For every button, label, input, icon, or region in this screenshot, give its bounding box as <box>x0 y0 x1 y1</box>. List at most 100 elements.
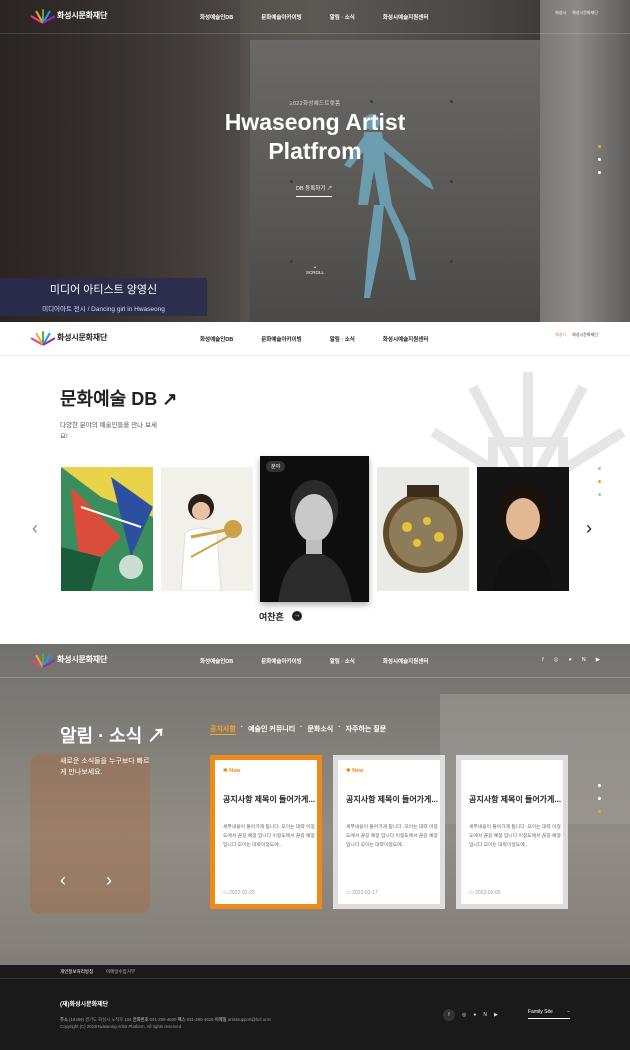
site-logo[interactable]: 화성시문화재단 <box>30 7 108 24</box>
news-section: 화성시문화재단 화성예술인DB 문화예술아카이빙 알림 · 소식 화성시예술지원… <box>0 644 630 965</box>
family-site-select[interactable]: Family Site − <box>528 1009 570 1019</box>
brand-name: 화성시문화재단 <box>57 10 108 20</box>
pager-dot-2[interactable] <box>597 158 601 161</box>
nav-support-center[interactable]: 화성시예술지원센터 <box>383 657 429 665</box>
privacy-policy-link[interactable]: 개인정보처리방침 <box>60 969 93 975</box>
news-card-body: 세부내용이 들어가게 됩니다. 모이는 대략 이정도에서 끊길 예정 입니다 이… <box>469 825 561 848</box>
sticky-header: 화성시문화재단 화성예술인DB 문화예술아카이빙 알림 · 소식 화성시예술지원… <box>0 322 630 356</box>
kakao-icon[interactable]: ● <box>568 657 571 663</box>
news-card-body: 세부내용이 들어가게 됩니다. 모이는 대략 이정도에서 끊길 예정 입니다 이… <box>223 825 315 848</box>
tab-notice[interactable]: 공지사항 <box>210 724 236 735</box>
tel-label: 전화번호 <box>132 1017 149 1022</box>
facebook-icon[interactable]: f <box>443 1009 455 1021</box>
news-description: 새로운 소식들을 누구보다 빠르게 만나보세요. <box>60 758 150 776</box>
nav-support-center[interactable]: 화성시예술지원센터 <box>383 335 429 343</box>
site-logo-dark[interactable]: 화성시문화재단 <box>30 329 108 346</box>
naver-icon[interactable]: N <box>582 657 586 663</box>
nav-news[interactable]: 알림 · 소식 <box>330 13 355 21</box>
nav-archiving[interactable]: 문화예술아카이빙 <box>261 657 301 665</box>
nav-news[interactable]: 알림 · 소식 <box>330 335 355 343</box>
tab-separator: · <box>300 724 303 731</box>
abstract-painting-image <box>61 467 153 591</box>
nav-archiving[interactable]: 문화예술아카이빙 <box>261 335 301 343</box>
foundation-partner-logo[interactable]: 화성시문화재단 <box>572 332 598 338</box>
nav-artist-db[interactable]: 화성예술인DB <box>200 13 233 21</box>
kakao-icon[interactable]: ● <box>473 1012 476 1018</box>
pager-dot-1[interactable] <box>597 467 601 470</box>
new-badge: ✱ New <box>346 768 364 774</box>
family-site-label: Family Site <box>528 1009 553 1015</box>
news-card-date: ▭ 2022-02-23 <box>223 890 255 896</box>
copyright: Copyright (C) 2022Hwaseong Artist Platfo… <box>60 1024 183 1029</box>
nav-news[interactable]: 알림 · 소식 <box>330 657 355 665</box>
glass-jar-artwork-image <box>377 467 469 591</box>
news-title[interactable]: 알림 · 소식 ↗ <box>60 722 165 748</box>
prev-arrow-icon[interactable]: ‹ <box>60 870 66 891</box>
artist-card-2[interactable] <box>161 467 253 591</box>
nav-support-center[interactable]: 화성시예술지원센터 <box>383 13 429 21</box>
instagram-icon[interactable]: ◎ <box>462 1012 466 1018</box>
facebook-icon[interactable]: f <box>542 657 544 663</box>
new-badge: ✱ New <box>223 768 241 774</box>
db-title[interactable]: 문화예술 DB ↗ <box>60 385 177 411</box>
artist-card-1[interactable] <box>61 467 153 591</box>
female-artist-portrait-image <box>477 467 569 591</box>
hero-eyebrow: 2022화성예드트랫폼 <box>289 101 341 107</box>
hero-title-line2: Platfrom <box>268 138 362 164</box>
news-card-title: 공지사항 제목이 들어가게... <box>469 795 562 804</box>
news-card-date: ▭ 2022-02-17 <box>346 890 378 896</box>
foundation-logo-icon <box>30 651 56 668</box>
artwork-caption: 미디어 아티스트 양영신 미디어아트 전시 / Dancing girl in … <box>0 278 207 316</box>
nav-artist-db[interactable]: 화성예술인DB <box>200 657 233 665</box>
pager-dot-3[interactable] <box>597 810 601 813</box>
news-card-date: ▭ 2022-02-05 <box>469 890 501 896</box>
news-card[interactable]: 공지사항 제목이 들어가게... 세부내용이 들어가게 됩니다. 모이는 대략 … <box>456 755 568 909</box>
pager-dot-2[interactable] <box>597 480 601 483</box>
prev-arrow-icon[interactable]: ‹ <box>32 518 38 539</box>
scroll-label: SCROLL <box>305 270 324 275</box>
youtube-icon[interactable]: ▶ <box>494 1012 498 1018</box>
email-label: 이메일 <box>214 1017 227 1022</box>
news-card-title: 공지사항 제목이 들어가게... <box>223 795 316 804</box>
tab-faq[interactable]: 자주하는 질문 <box>346 724 387 735</box>
hwaseong-city-logo[interactable]: 화성시 <box>555 10 566 16</box>
scroll-indicator[interactable]: ⌄ SCROLL <box>300 263 330 275</box>
page: 화성시문화재단 화성예술인DB 문화예술아카이빙 알림 · 소식 화성시예술지원… <box>0 0 630 1050</box>
naver-icon[interactable]: N <box>483 1012 487 1018</box>
pager-dot-3[interactable] <box>597 171 601 174</box>
email-refusal-link[interactable]: 이메일수집거부 <box>106 969 135 975</box>
arrow-right-circle-icon[interactable]: → <box>292 611 302 621</box>
artist-card-5[interactable] <box>477 467 569 591</box>
nav-artist-db[interactable]: 화성예술인DB <box>200 335 233 343</box>
tab-culture-news[interactable]: 문화소식 <box>307 724 333 735</box>
news-card[interactable]: ✱ New 공지사항 제목이 들어가게... 세부내용이 들어가게 됩니다. 모… <box>333 755 445 909</box>
main-nav: 화성예술인DB 문화예술아카이빙 알림 · 소식 화성시예술지원센터 <box>200 644 428 678</box>
artist-card-featured[interactable]: 분야 <box>260 456 369 602</box>
youtube-icon[interactable]: ▶ <box>596 657 600 663</box>
db-register-button[interactable]: DB 등록하기 ↗ <box>296 184 333 197</box>
pager-dot-1[interactable] <box>597 145 601 148</box>
next-arrow-icon[interactable]: › <box>586 518 592 539</box>
hero-title-line1: Hwaseong Artist <box>224 109 406 135</box>
featured-artist-name[interactable]: 여찬흔 <box>259 610 284 623</box>
next-arrow-icon[interactable]: › <box>106 870 112 891</box>
artist-card-4[interactable] <box>377 467 469 591</box>
foundation-partner-logo[interactable]: 화성시문화재단 <box>572 10 598 16</box>
pager-dot-3[interactable] <box>597 493 601 496</box>
news-card[interactable]: ✱ New 공지사항 제목이 들어가게... 세부내용이 들어가게 됩니다. 모… <box>210 755 322 909</box>
instagram-icon[interactable]: ◎ <box>554 657 559 663</box>
news-date-text: 2022-02-05 <box>475 890 501 896</box>
pager-dot-2[interactable] <box>597 797 601 800</box>
pager-dot-1[interactable] <box>597 784 601 787</box>
news-date-text: 2022-02-23 <box>229 890 255 896</box>
tab-separator: · <box>240 724 244 731</box>
site-footer: 개인정보처리방침 이메일수집거부 (재)화성시문화재단 주소 (18459) 경… <box>0 965 630 1050</box>
tab-community[interactable]: 예술인 커뮤니티 <box>248 724 295 735</box>
hwaseong-city-logo[interactable]: 화성시 <box>555 332 566 338</box>
email-value: artistsupport@hcf.or.kr <box>227 1017 272 1022</box>
foundation-logo-icon <box>30 7 56 24</box>
nav-archiving[interactable]: 문화예술아카이빙 <box>261 13 301 21</box>
brand-name: 화성시문화재단 <box>57 332 108 342</box>
partner-logos: 화성시 화성시문화재단 <box>555 332 598 338</box>
site-logo-light[interactable]: 화성시문화재단 <box>30 651 107 668</box>
